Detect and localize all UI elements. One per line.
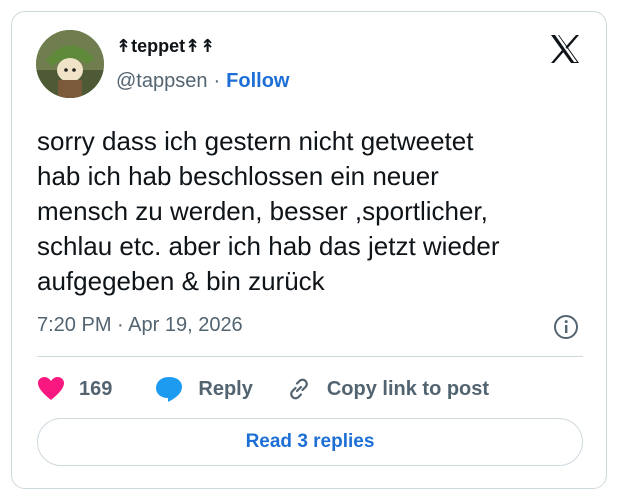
like-button[interactable]: 169 <box>37 376 112 402</box>
reply-button[interactable]: Reply <box>154 375 253 403</box>
divider <box>37 356 583 357</box>
reply-label: Reply <box>198 377 253 400</box>
like-count: 169 <box>79 377 113 400</box>
x-logo-icon[interactable] <box>549 34 581 64</box>
handle-row: @tappsen · Follow <box>116 70 289 93</box>
display-name[interactable]: ↟teppet↟↟ <box>116 36 215 57</box>
link-icon <box>290 378 308 400</box>
copy-link-button[interactable]: Copy link to post <box>285 375 489 403</box>
handle[interactable]: @tappsen <box>116 70 207 92</box>
separator: · <box>213 70 221 92</box>
tweet-text: sorry dass ich gestern nicht getweetet h… <box>37 126 500 296</box>
follow-link[interactable]: Follow <box>226 70 289 92</box>
heart-icon <box>38 377 64 400</box>
read-replies-button[interactable]: Read 3 replies <box>37 418 583 466</box>
info-icon[interactable] <box>553 314 579 340</box>
avatar[interactable] <box>36 30 104 98</box>
timestamp[interactable]: 7:20 PM · Apr 19, 2026 <box>37 314 243 337</box>
reply-bubble-icon <box>156 377 183 402</box>
copy-link-label: Copy link to post <box>326 377 490 400</box>
action-bar: 169 Reply Copy link to post <box>37 372 521 406</box>
